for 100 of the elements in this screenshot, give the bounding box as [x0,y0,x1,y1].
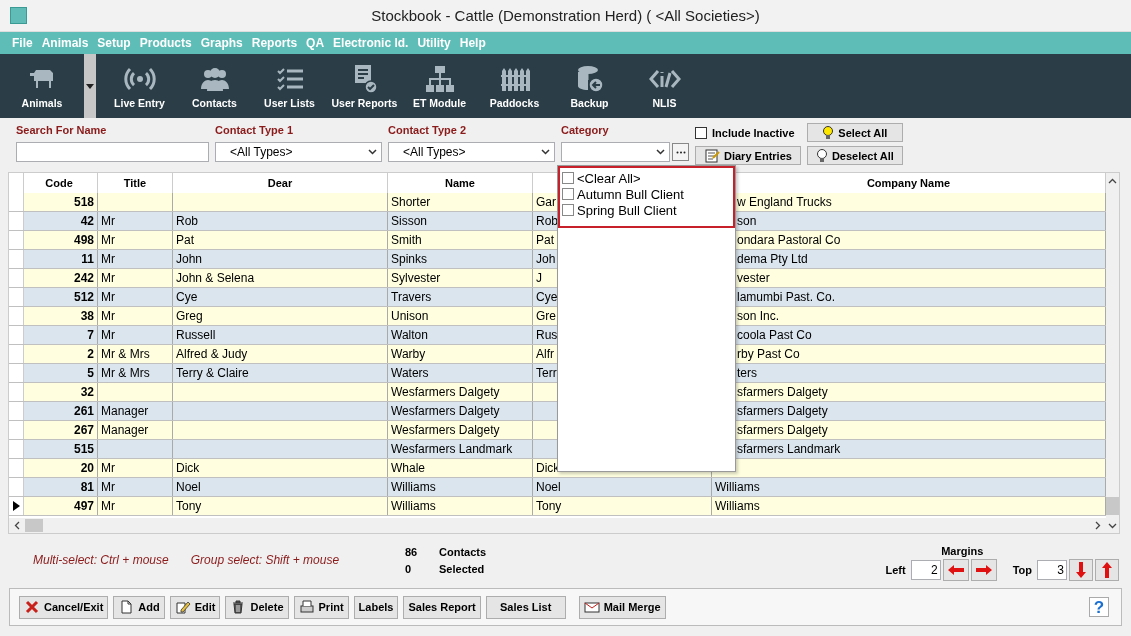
table-cell: 32 [80,385,94,399]
table-cell: Gre [536,309,556,323]
table-cell: 11 [81,252,94,266]
table-cell: sfarmers Landmark [737,442,841,456]
table-cell: ondara Pastoral Co [737,233,841,247]
table-cell: Terry & Claire [176,366,249,380]
table-cell: Wesfarmers Dalgety [391,423,500,437]
table-cell: Mr [101,252,115,266]
table-cell: son [737,214,757,228]
table-cell: vester [737,271,770,285]
table-cell: Warby [391,347,426,361]
table-cell: Shorter [391,195,431,209]
table-cell: Waters [391,366,429,380]
table-cell: Cye [536,290,558,304]
table-cell: 242 [73,271,94,285]
table-cell: Joh [536,252,556,266]
field-label: Category [561,123,610,136]
table-cell: Cye [176,290,198,304]
table-cell: Williams [715,499,760,513]
table-cell: 20 [80,461,94,475]
table-cell: Rus [536,328,558,342]
table-cell: 498 [73,233,94,247]
table-cell: Smith [391,233,422,247]
margins-label: Margins [941,545,984,557]
table-cell: Pat [176,233,194,247]
table-cell: Mr [101,290,115,304]
table-cell: son Inc. [737,309,780,323]
table-cell: Gar [536,195,556,209]
table-cell: Noel [536,480,561,494]
checkbox-label: Include Inactive [712,126,795,139]
table-cell: Mr [101,328,115,342]
hint-text: Group select: Shift + mouse [190,553,340,567]
table-cell: coola Past Co [737,328,812,342]
table-cell: Noel [176,480,201,494]
table-cell: Mr [101,461,115,475]
table-cell: Sisson [391,214,428,228]
table-cell: Alfred & Judy [176,347,248,361]
table-cell: Williams [391,480,436,494]
table-cell: Manager [101,404,149,418]
table-cell: Spinks [391,252,428,266]
table-cell: Williams [391,499,436,513]
table-cell: Terr [536,366,557,380]
table-cell: Tony [536,499,562,513]
table-cell: Manager [101,423,149,437]
table-cell: Unison [391,309,429,323]
table-cell: Mr [101,233,115,247]
count-value: 86 [405,545,415,558]
table-cell: Dick [176,461,200,475]
table-cell: Alfr [536,347,554,361]
hint-text: Multi-select: Ctrl + mouse [33,553,169,567]
table-cell: 267 [73,423,94,437]
table-cell: sfarmers Dalgety [737,385,828,399]
table-cell: lamumbi Past. Co. [737,290,836,304]
table-cell: 81 [80,480,94,494]
table-cell: 497 [73,499,94,513]
table-cell: Mr [101,271,115,285]
table-cell: 38 [80,309,94,323]
table-cell: ters [737,366,757,380]
table-cell: Greg [176,309,203,323]
field-label: Contact Type 2 [388,123,468,136]
table-cell: J [536,271,542,285]
table-cell: dema Pty Ltd [737,252,808,266]
table-cell: John [176,252,203,266]
table-cell: Mr [101,214,115,228]
table-cell: Tony [176,499,202,513]
table-cell: w England Trucks [737,195,832,209]
table-cell: Mr [101,499,115,513]
field-label: Search For Name [16,123,108,136]
table-cell: Mr & Mrs [101,347,150,361]
table-cell: Russell [176,328,216,342]
field-label: Top [1012,564,1032,576]
table-cell: John & Selena [176,271,255,285]
table-cell: Travers [391,290,432,304]
count-label: Selected [439,562,485,575]
table-cell: Wesfarmers Dalgety [391,385,500,399]
table-cell: Mr [101,480,115,494]
table-cell: sfarmers Dalgety [737,423,828,437]
table-cell: Rob [536,214,558,228]
table-cell: Walton [391,328,428,342]
table-cell: Whale [391,461,425,475]
table-cell: 42 [80,214,94,228]
window-title: Stockbook - Cattle (Demonstration Herd) ( <All Societies>) [371,7,760,24]
field-label: Left [885,564,906,576]
table-cell: Williams [715,480,760,494]
table-cell: 512 [73,290,94,304]
table-cell: Wesfarmers Dalgety [391,404,500,418]
table-cell: rby Past Co [737,347,800,361]
table-cell: 261 [73,404,94,418]
table-cell: Wesfarmers Landmark [391,442,513,456]
table-cell: 7 [87,328,94,342]
count-value: 0 [405,562,413,575]
count-label: Contacts [439,545,487,558]
table-cell: 518 [73,195,94,209]
field-label: Contact Type 1 [215,123,295,136]
table-cell: 515 [73,442,94,456]
table-cell: sfarmers Dalgety [737,404,828,418]
table-cell: Mr & Mrs [101,366,150,380]
table-cell: 5 [87,366,94,380]
table-cell: Rob [176,214,198,228]
table-cell: 2 [87,347,94,361]
